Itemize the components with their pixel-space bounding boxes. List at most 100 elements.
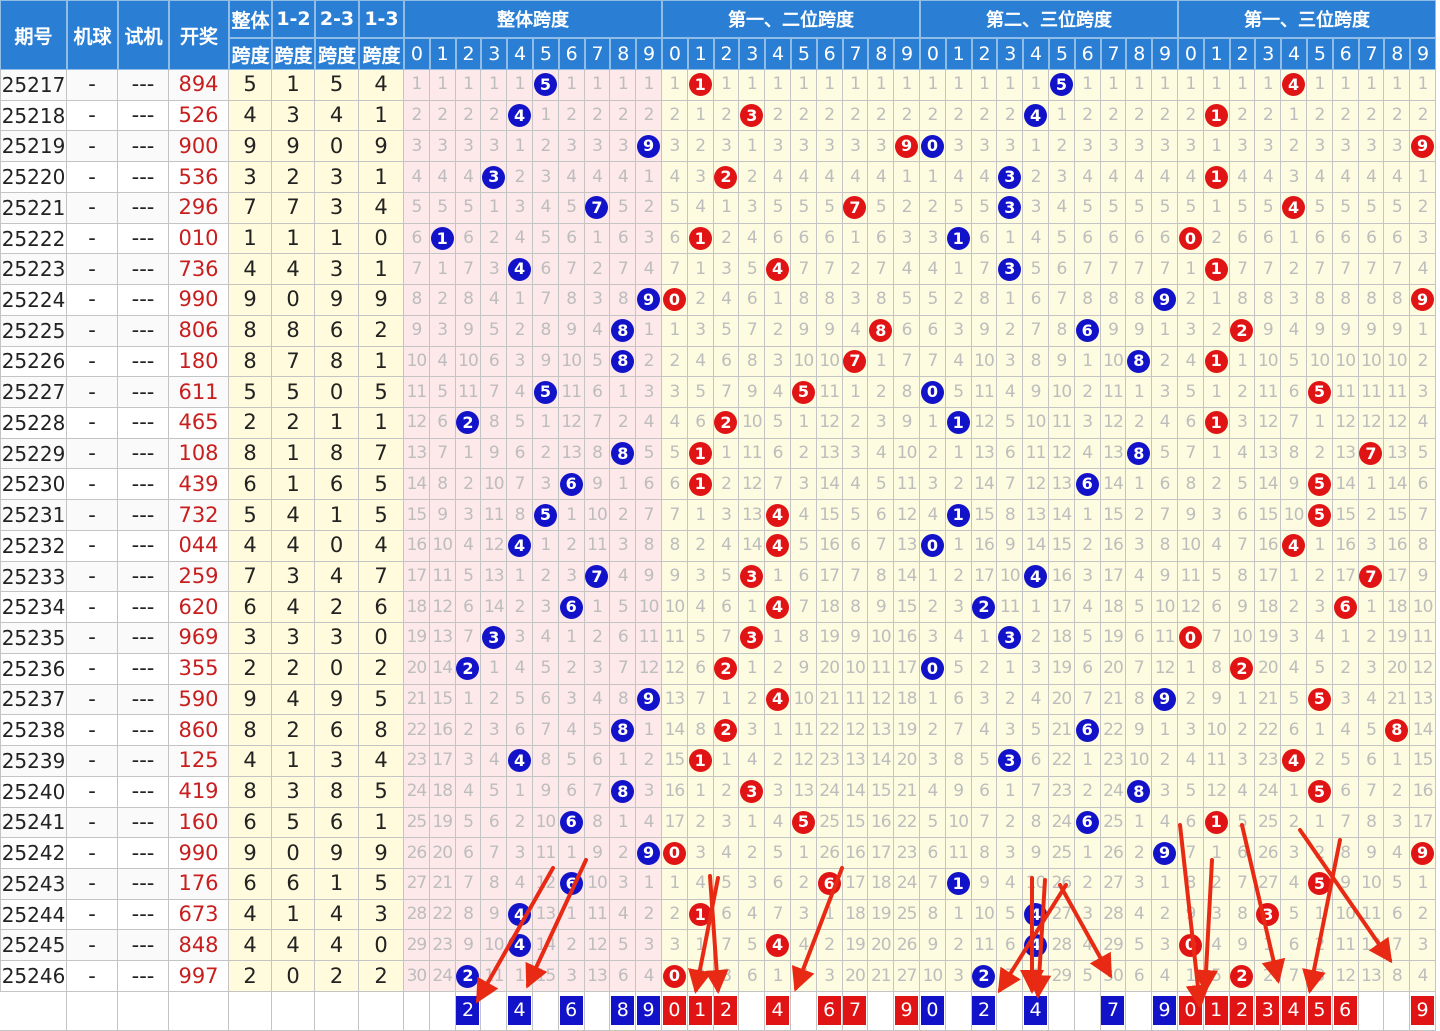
span12-cell: 0 [272,838,315,869]
period-cell: 25229 [0,438,67,470]
missing-count-cell: 1 [584,70,611,101]
missing-count-cell: 8 [816,285,843,316]
missing-count-cell: 6 [429,408,456,439]
span12-cell: 5 [272,377,315,409]
missing-count-cell: 5 [481,776,508,808]
missing-count-cell: 12 [1332,408,1359,439]
missing-count-cell: 5 [765,838,791,869]
missing-count-cell: 5 [920,285,946,316]
span23-cell: 3 [315,746,359,777]
missing-count-cell: 5 [971,746,998,777]
draw-cell: 806 [169,315,229,347]
span13-cell: 4 [359,192,404,224]
trial-cell: --- [118,408,169,439]
hit-ball: 9 [1411,841,1435,865]
missing-count-cell: 4 [584,162,611,193]
missing-count-cell: 9 [1049,346,1075,378]
span12-cell: 1 [272,223,315,255]
hit-ball: 3 [740,626,764,650]
missing-count-cell: 1 [533,100,559,132]
missing-count-cell: 4 [1126,561,1153,593]
hit-ball-cell: 4 [765,500,791,531]
missing-count-cell: 23 [1255,746,1282,777]
missing-count-cell: 4 [920,254,946,286]
missing-count-cell: 3 [558,961,585,992]
missing-count-cell: 11 [1100,377,1127,409]
missing-count-cell: 18 [1100,592,1127,624]
missing-count-cell: 3 [533,469,559,501]
missing-count-cell: 11 [1203,746,1230,777]
missing-count-cell: 15 [1100,500,1127,531]
missing-count-cell: 9 [1023,377,1049,409]
hit-ball-cell: 5 [791,377,817,409]
missing-count-cell: 5 [507,408,533,439]
missing-count-cell: 9 [662,561,688,593]
missing-count-cell: 10 [997,561,1024,593]
missing-count-cell: 8 [1358,807,1385,839]
missing-count-cell: 8 [1126,285,1153,316]
draw-cell: 465 [169,408,229,439]
hit-ball: 2 [714,718,738,742]
missing-count-cell: 1 [1307,899,1333,931]
missing-count-cell: 8 [558,285,585,316]
missing-count-cell: 6 [713,346,740,378]
header-span12-bottom: 跨度 [272,38,315,70]
missing-count-cell: 12 [1384,408,1411,439]
missing-count-cell: 7 [1152,254,1178,286]
trial-cell: --- [118,438,169,470]
period-cell: 25241 [0,807,67,839]
missing-count-cell: 20 [1384,653,1411,685]
missing-count-cell: 1 [1358,469,1385,501]
prediction-square: 9 [1411,996,1435,1026]
missing-count-cell: 12 [894,500,920,531]
missing-count-cell: 18 [1384,592,1411,624]
missing-count-cell: 5 [662,192,688,224]
prediction-cell: 7 [1100,991,1127,1031]
hit-ball: 7 [585,565,609,589]
missing-count-cell: 17 [1384,561,1411,593]
hit-ball-cell: 6 [558,469,585,501]
prediction-cell [1049,991,1075,1031]
missing-count-cell: 7 [1384,930,1411,962]
missing-count-cell: 7 [558,254,585,286]
missing-count-cell: 1 [920,408,946,439]
missing-count-cell: 4 [1332,162,1359,193]
missing-count-cell: 9 [945,776,972,808]
missing-count-cell: 10 [1332,899,1359,931]
hit-ball-cell: 4 [765,930,791,962]
span12-cell: 3 [272,561,315,593]
prediction-square: 6 [817,996,841,1026]
missing-count-cell: 3 [997,131,1024,163]
missing-count-cell: 16 [429,715,456,747]
missing-count-cell: 1 [687,100,714,132]
missing-count-cell: 3 [971,684,998,716]
missing-count-cell: 4 [1178,746,1204,777]
hit-ball: 1 [1204,165,1228,189]
missing-count-cell: 11 [584,530,611,562]
missing-count-cell: 6 [1203,592,1230,624]
missing-count-cell: 21 [1384,684,1411,716]
machine-cell: - [67,131,118,163]
missing-count-cell: 5 [945,192,972,224]
prediction-square: 2 [1230,996,1254,1026]
header-span13-bottom: 跨度 [359,38,404,70]
missing-count-cell: 15 [816,500,843,531]
missing-count-cell: 2 [765,746,791,777]
header-group-2: 第二、三位跨度 [920,0,1178,38]
hit-ball: 4 [508,933,532,957]
missing-count-cell: 13 [533,899,559,931]
missing-count-cell: 2 [1074,100,1101,132]
header-digit: 3 [997,38,1024,70]
missing-count-cell: 30 [404,961,430,992]
missing-count-cell: 6 [507,438,533,470]
missing-count-cell: 9 [1100,315,1127,347]
missing-count-cell: 21 [816,684,843,716]
missing-count-cell: 1 [1229,346,1256,378]
header-digit: 2 [455,38,482,70]
missing-count-cell: 3 [687,162,714,193]
missing-count-cell: 4 [687,592,714,624]
header-digit: 8 [610,38,637,70]
prediction-cell: 0 [662,991,688,1031]
missing-count-cell: 2 [636,346,662,378]
missing-count-cell: 2 [1281,592,1307,624]
